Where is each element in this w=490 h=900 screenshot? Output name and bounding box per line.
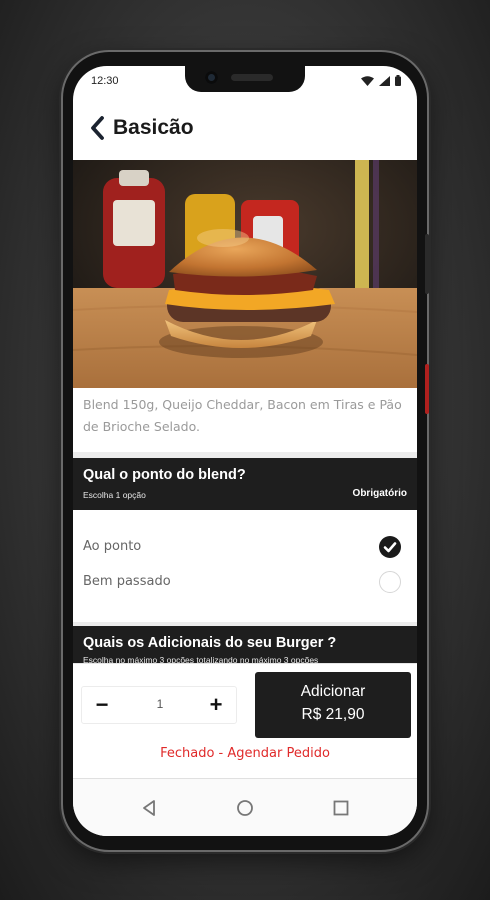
product-image <box>73 160 417 388</box>
phone-frame: 12:30 Basicão Blend 150g, Queijo Cheddar… <box>63 52 429 850</box>
speaker-grille <box>231 74 273 81</box>
recents-square-icon[interactable] <box>329 796 353 820</box>
required-badge: Obrigatório <box>352 488 407 499</box>
check-icon[interactable] <box>379 536 401 558</box>
chevron-left-icon[interactable] <box>87 114 109 142</box>
increment-button[interactable]: + <box>202 691 230 719</box>
android-nav-bar <box>73 778 417 836</box>
wifi-icon <box>361 75 374 86</box>
app-header: Basicão <box>73 110 417 154</box>
add-button-label: Adicionar <box>300 683 366 700</box>
back-triangle-icon[interactable] <box>137 796 161 820</box>
camera-icon <box>205 71 218 84</box>
cart-panel: − 1 + Adicionar R$ 21,90 Fechado - Agend… <box>73 664 417 776</box>
radio-unchecked-icon[interactable] <box>379 571 401 593</box>
status-icons <box>361 75 401 86</box>
section-header-addons: Quais os Adicionais do seu Burger ? Esco… <box>73 626 417 666</box>
product-description: Blend 150g, Queijo Cheddar, Bacon em Tir… <box>83 397 402 434</box>
section-subtitle: Escolha 1 opção <box>83 490 146 500</box>
volume-button <box>425 234 429 294</box>
section-header-doneness: Qual o ponto do blend? Escolha 1 opção O… <box>73 458 417 510</box>
power-button <box>425 364 429 414</box>
signal-icon <box>379 75 390 86</box>
quantity-stepper: − 1 + <box>81 686 237 724</box>
section-title: Quais os Adicionais do seu Burger ? <box>83 635 337 651</box>
section-title: Qual o ponto do blend? <box>83 467 246 483</box>
add-to-cart-button[interactable]: Adicionar R$ 21,90 <box>255 672 411 738</box>
option-label: Bem passado <box>83 574 171 589</box>
option-ao-ponto[interactable]: Ao ponto <box>73 530 417 564</box>
page-title: Basicão <box>113 116 194 139</box>
status-time: 12:30 <box>91 75 119 87</box>
quantity-value: 1 <box>156 697 164 711</box>
option-bem-passado[interactable]: Bem passado <box>73 565 417 599</box>
schedule-order-link[interactable]: Fechado - Agendar Pedido <box>73 746 417 761</box>
app-screen: 12:30 Basicão Blend 150g, Queijo Cheddar… <box>73 66 417 836</box>
option-label: Ao ponto <box>83 539 142 554</box>
add-button-price: R$ 21,90 <box>301 706 365 723</box>
battery-icon <box>395 75 401 86</box>
decrement-button[interactable]: − <box>88 691 116 719</box>
home-circle-icon[interactable] <box>233 796 257 820</box>
doneness-options: Ao ponto Bem passado <box>73 512 417 622</box>
notch <box>185 66 305 92</box>
